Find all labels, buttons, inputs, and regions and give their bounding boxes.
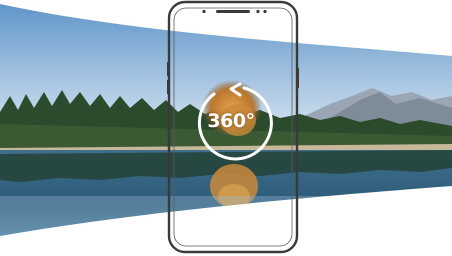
rotation-badge-label: 360° [207, 110, 255, 132]
